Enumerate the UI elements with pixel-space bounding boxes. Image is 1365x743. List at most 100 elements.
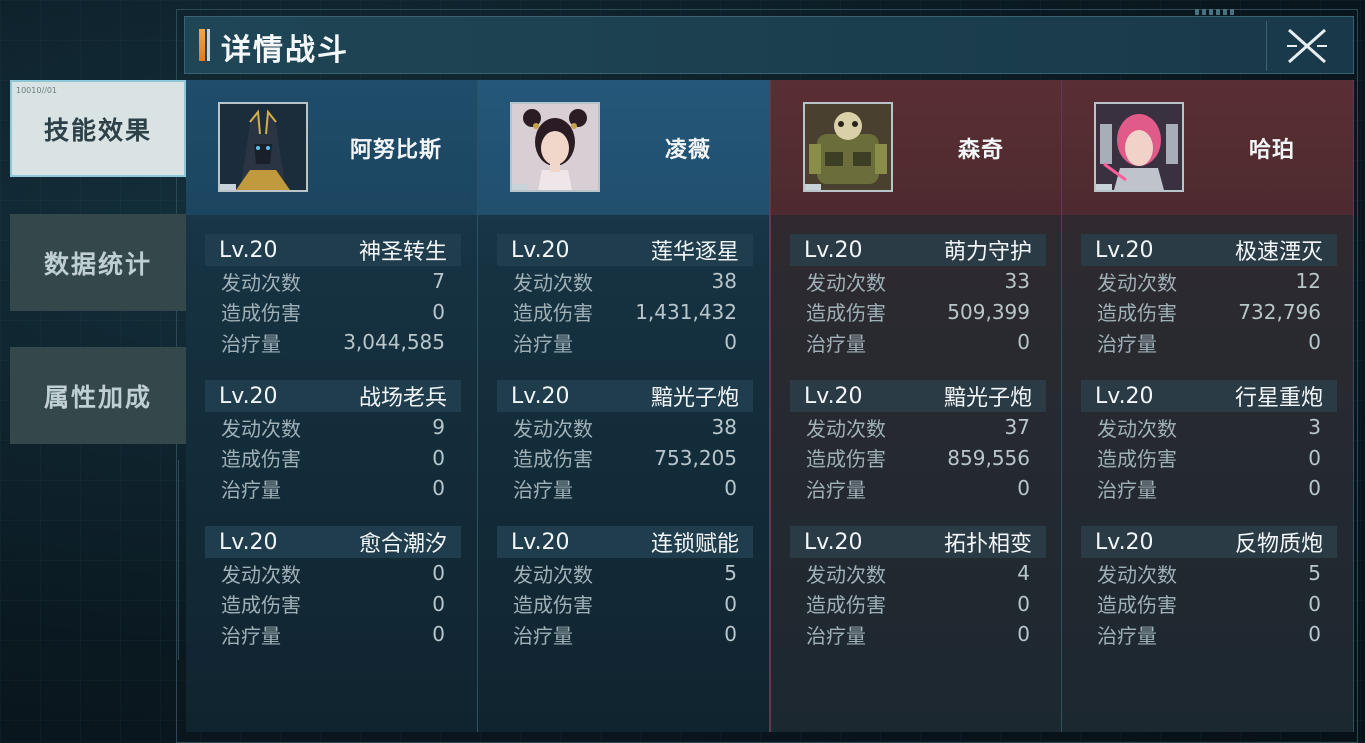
stat-label: 治疗量: [221, 477, 281, 502]
hero-columns: 阿努比斯 Lv.20 神圣转生 发动次数 7 造成伤害 0 治疗量 3,044,585…: [186, 80, 1354, 732]
stat-label: 发动次数: [1097, 270, 1177, 295]
skill-block: Lv.20 战场老兵 发动次数 9 造成伤害 0 治疗量 0: [205, 380, 461, 504]
skill-block: Lv.20 行星重炮 发动次数 3 造成伤害 0 治疗量 0: [1081, 380, 1337, 504]
stat-row: 治疗量 0: [790, 327, 1046, 358]
stat-row: 造成伤害 0: [205, 297, 461, 328]
stat-row: 发动次数 38: [497, 266, 753, 297]
stat-label: 治疗量: [806, 477, 866, 502]
hero-name: 阿努比斯: [349, 138, 442, 163]
hero-name: 哈珀: [1248, 138, 1295, 163]
hero-portrait-anubis[interactable]: [218, 102, 308, 192]
stat-row: 治疗量 0: [205, 619, 461, 650]
skill-name: 黯光子炮: [943, 386, 1032, 411]
stat-value: 0: [432, 299, 445, 324]
stat-row: 造成伤害 0: [1081, 589, 1337, 620]
skill-level: Lv.20: [804, 237, 863, 263]
stat-row: 发动次数 4: [790, 558, 1046, 589]
stat-value: 3: [1308, 415, 1321, 440]
senqi-portrait-icon: [805, 104, 891, 190]
hero-portrait-harper[interactable]: [1094, 102, 1184, 192]
close-icon: [1287, 28, 1327, 64]
stat-value: 0: [1308, 591, 1321, 616]
skill-level: Lv.20: [219, 237, 278, 263]
skill-title-bar: Lv.20 反物质炮: [1081, 526, 1337, 558]
stat-value: 0: [432, 445, 445, 470]
skill-title-bar: Lv.20 极速湮灭: [1081, 234, 1337, 266]
stat-value: 0: [1017, 622, 1030, 647]
stat-row: 发动次数 12: [1081, 266, 1337, 297]
skill-name: 反物质炮: [1234, 532, 1323, 557]
stat-row: 治疗量 0: [205, 473, 461, 504]
stat-label: 发动次数: [221, 562, 301, 587]
stat-row: 造成伤害 1,431,432: [497, 297, 753, 328]
stat-row: 发动次数 0: [205, 558, 461, 589]
stat-row: 造成伤害 509,399: [790, 297, 1046, 328]
stat-label: 治疗量: [1097, 331, 1157, 356]
stat-label: 造成伤害: [806, 593, 886, 618]
stat-row: 治疗量 0: [1081, 619, 1337, 650]
stat-value: 12: [1295, 269, 1321, 294]
stat-label: 治疗量: [221, 623, 281, 648]
stat-label: 造成伤害: [221, 593, 301, 618]
stat-row: 发动次数 5: [1081, 558, 1337, 589]
hero-name: 凌薇: [664, 138, 711, 163]
stat-label: 发动次数: [806, 416, 886, 441]
tab-attribute-bonus[interactable]: 属性加成: [10, 347, 186, 444]
tab-tag: 10010//01: [16, 86, 58, 95]
stat-label: 造成伤害: [513, 447, 593, 472]
skill-name: 莲华逐星: [650, 240, 739, 265]
stat-value: 0: [1017, 330, 1030, 355]
stat-row: 治疗量 0: [790, 619, 1046, 650]
hero-portrait-senqi[interactable]: [803, 102, 893, 192]
stat-value: 0: [1308, 330, 1321, 355]
stat-row: 发动次数 37: [790, 412, 1046, 443]
stat-value: 9: [432, 415, 445, 440]
stat-label: 造成伤害: [806, 301, 886, 326]
skill-name: 神圣转生: [358, 240, 447, 265]
stat-label: 造成伤害: [1097, 593, 1177, 618]
stat-label: 治疗量: [1097, 477, 1157, 502]
stat-value: 509,399: [947, 299, 1030, 324]
stat-row: 造成伤害 0: [205, 443, 461, 474]
stat-label: 发动次数: [806, 270, 886, 295]
stat-value: 0: [432, 622, 445, 647]
skill-level: Lv.20: [511, 383, 570, 409]
stat-row: 造成伤害 0: [205, 589, 461, 620]
skill-level: Lv.20: [219, 529, 278, 555]
stat-label: 治疗量: [806, 623, 866, 648]
page-title: 详情战斗: [221, 33, 349, 68]
skill-title-bar: Lv.20 黯光子炮: [497, 380, 753, 412]
portrait-corner: [1096, 184, 1112, 190]
close-button[interactable]: [1266, 21, 1347, 71]
stat-label: 治疗量: [513, 331, 573, 356]
stat-row: 治疗量 0: [790, 473, 1046, 504]
skill-level: Lv.20: [511, 529, 570, 555]
skill-title-bar: Lv.20 战场老兵: [205, 380, 461, 412]
stat-label: 发动次数: [806, 562, 886, 587]
skill-level: Lv.20: [1095, 383, 1154, 409]
hero-header: 阿努比斯: [186, 80, 477, 215]
title-marker: [199, 29, 205, 61]
stat-value: 5: [1308, 561, 1321, 586]
stat-value: 7: [432, 269, 445, 294]
portrait-corner: [512, 184, 528, 190]
skill-block: Lv.20 黯光子炮 发动次数 38 造成伤害 753,205 治疗量 0: [497, 380, 753, 504]
stat-value: 0: [1017, 591, 1030, 616]
skill-title-bar: Lv.20 连锁赋能: [497, 526, 753, 558]
hero-portrait-lingwei[interactable]: [510, 102, 600, 192]
hero-header: 哈珀: [1062, 80, 1353, 215]
skill-name: 拓扑相变: [943, 532, 1032, 557]
stat-label: 造成伤害: [1097, 301, 1177, 326]
stat-row: 造成伤害 0: [497, 589, 753, 620]
portrait-corner: [805, 184, 821, 190]
stat-value: 38: [711, 269, 737, 294]
stat-row: 发动次数 3: [1081, 412, 1337, 443]
stat-row: 治疗量 0: [497, 473, 753, 504]
skill-name: 愈合潮汐: [358, 532, 447, 557]
stat-label: 发动次数: [221, 416, 301, 441]
skill-title-bar: Lv.20 萌力守护: [790, 234, 1046, 266]
skill-block: Lv.20 愈合潮汐 发动次数 0 造成伤害 0 治疗量 0: [205, 526, 461, 650]
tab-data-statistics[interactable]: 数据统计: [10, 214, 186, 311]
tab-label: 数据统计: [43, 249, 152, 279]
tab-skill-effects[interactable]: 10010//01 技能效果: [10, 80, 198, 177]
